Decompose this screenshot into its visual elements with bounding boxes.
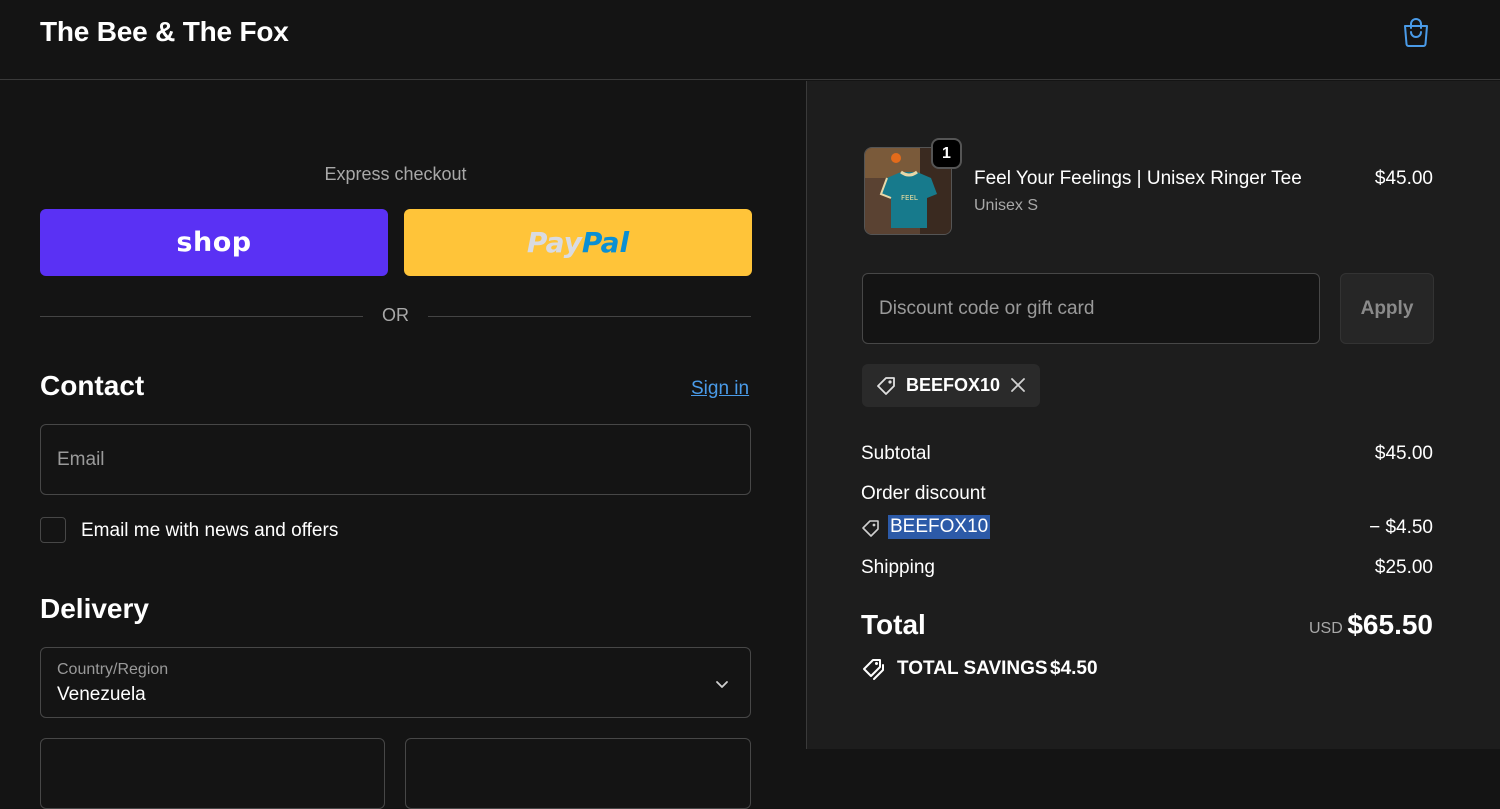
store-name[interactable]: The Bee & The Fox — [40, 16, 289, 48]
order-summary-panel: FEEL 1 Feel Your Feelings | Unisex Ringe… — [806, 81, 1500, 749]
site-header: The Bee & The Fox — [0, 0, 1500, 80]
tags-icon — [863, 659, 884, 680]
paypal-logo-pal: Pal — [581, 226, 630, 259]
sign-in-link[interactable]: Sign in — [691, 378, 749, 400]
discount-code-text: BEEFOX10 — [888, 515, 991, 539]
tag-icon — [877, 377, 895, 395]
discount-field-wrapper — [862, 273, 1320, 344]
paypal-button[interactable]: Pay Pal — [404, 209, 752, 276]
shopping-bag-icon[interactable] — [1401, 16, 1431, 48]
country-select-value: Venezuela — [57, 684, 146, 705]
chevron-down-icon — [716, 681, 728, 688]
subtotal-value: $45.00 — [1374, 443, 1433, 464]
subtotal-label: Subtotal — [861, 443, 931, 464]
or-divider: OR — [40, 303, 751, 329]
newsletter-checkbox[interactable] — [40, 517, 66, 543]
total-value: $65.50 — [1347, 609, 1433, 640]
remove-discount-icon[interactable] — [1008, 375, 1028, 395]
tag-icon — [862, 520, 879, 537]
paypal-logo-pay: Pay — [526, 226, 582, 259]
email-field-wrapper — [40, 424, 751, 495]
newsletter-label[interactable]: Email me with news and offers — [81, 520, 338, 542]
checkout-form-panel: Express checkout shop Pay Pal OR Contact … — [0, 81, 806, 809]
discount-value: − $4.50 — [1369, 517, 1433, 538]
order-discount-label: Order discount — [861, 483, 986, 504]
total-label: Total — [861, 609, 926, 640]
country-select[interactable]: Country/Region Venezuela — [40, 647, 751, 718]
apply-discount-button[interactable]: Apply — [1340, 273, 1434, 344]
express-checkout-label: Express checkout — [324, 164, 467, 184]
shipping-value: $25.00 — [1374, 557, 1433, 578]
svg-text:FEEL: FEEL — [901, 194, 918, 202]
product-name: Feel Your Feelings | Unisex Ringer Tee — [974, 168, 1302, 189]
applied-discount-chip: BEEFOX10 — [862, 364, 1040, 407]
discount-code-input[interactable] — [863, 274, 1319, 343]
or-label: OR — [382, 305, 409, 325]
product-variant: Unisex S — [974, 197, 1039, 214]
email-field[interactable] — [41, 425, 750, 494]
product-price: $45.00 — [1374, 168, 1433, 189]
shop-pay-button[interactable]: shop — [40, 209, 388, 276]
delivery-heading: Delivery — [40, 593, 149, 624]
contact-heading: Contact — [40, 370, 145, 401]
total-savings-value: $4.50 — [1050, 658, 1098, 679]
applied-discount-code: BEEFOX10 — [906, 375, 1001, 395]
country-select-label: Country/Region — [57, 661, 169, 678]
quantity-badge: 1 — [931, 138, 962, 169]
total-savings-label: TOTAL SAVINGS — [897, 658, 1048, 679]
total-currency: USD — [1309, 620, 1343, 637]
shipping-label: Shipping — [861, 557, 935, 578]
